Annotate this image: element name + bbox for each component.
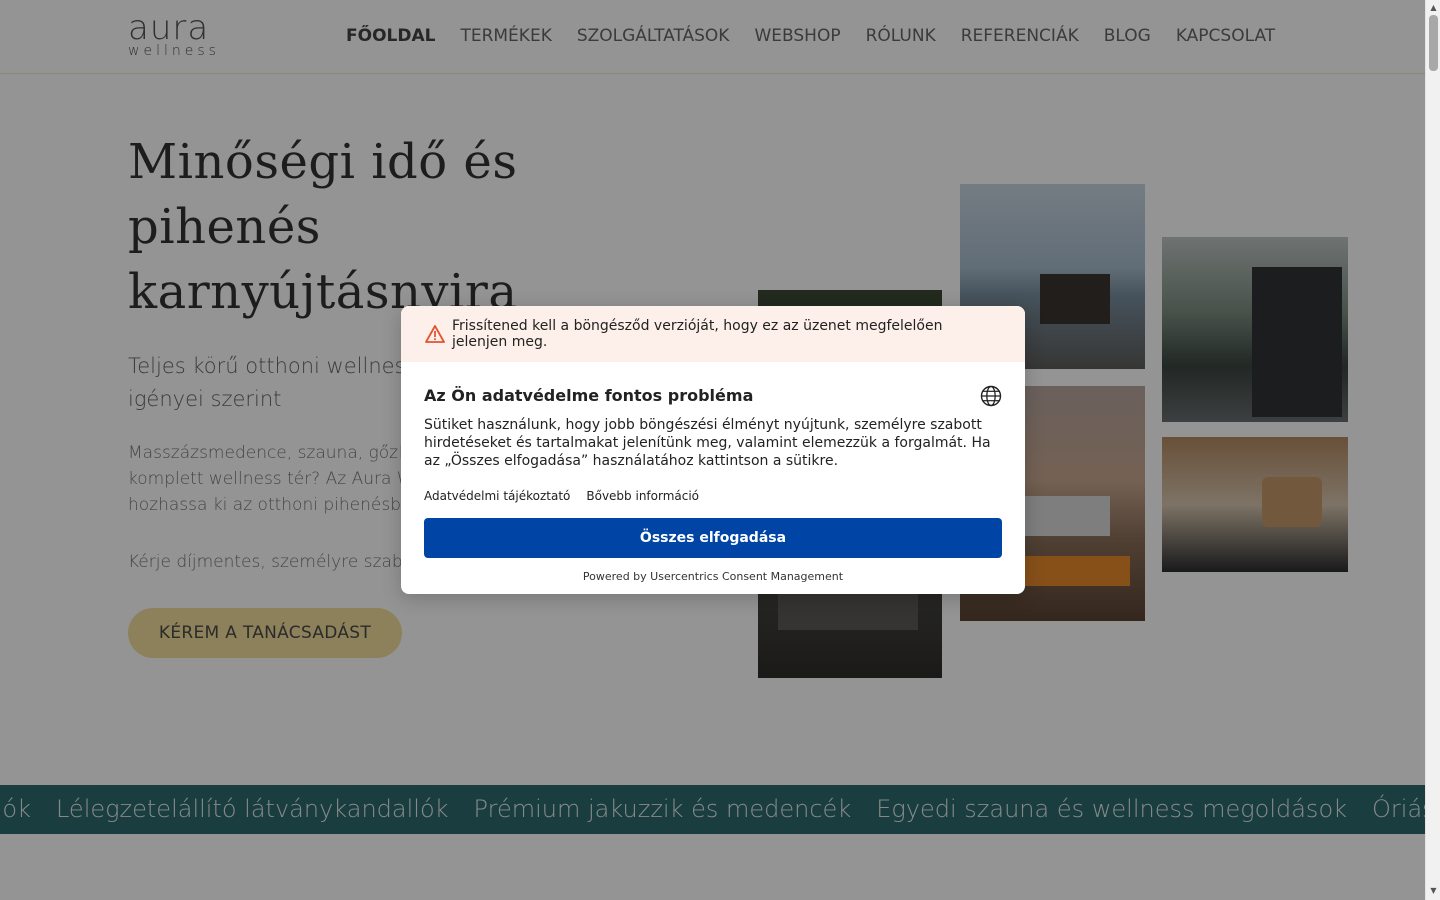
consent-links: Adatvédelmi tájékoztató Bővebb informáci… [424, 489, 699, 503]
more-info-link[interactable]: Bővebb információ [586, 489, 699, 503]
scroll-thumb[interactable] [1429, 15, 1438, 71]
scroll-down-arrow-icon[interactable]: ▼ [1429, 886, 1438, 895]
powered-by-text: Powered by Usercentrics Consent Manageme… [582, 570, 844, 583]
browser-warning-text: Frissítened kell a böngésződ verzióját, … [452, 318, 943, 350]
cookie-consent-dialog: Frissítened kell a böngésződ verzióját, … [401, 306, 1025, 594]
accept-all-button[interactable]: Összes elfogadása [424, 518, 1002, 558]
browser-warning-bar: Frissítened kell a böngésződ verzióját, … [401, 306, 1025, 362]
privacy-policy-link[interactable]: Adatvédelmi tájékoztató [424, 489, 570, 503]
page-scrollbar[interactable]: ▲ ▼ [1425, 0, 1440, 900]
consent-title: Az Ön adatvédelme fontos probléma [424, 386, 754, 405]
globe-icon[interactable] [980, 385, 1002, 407]
consent-description: Sütiket használunk, hogy jobb böngészési… [424, 417, 991, 469]
scroll-up-arrow-icon[interactable]: ▲ [1429, 3, 1438, 12]
warning-triangle-icon [425, 325, 445, 343]
